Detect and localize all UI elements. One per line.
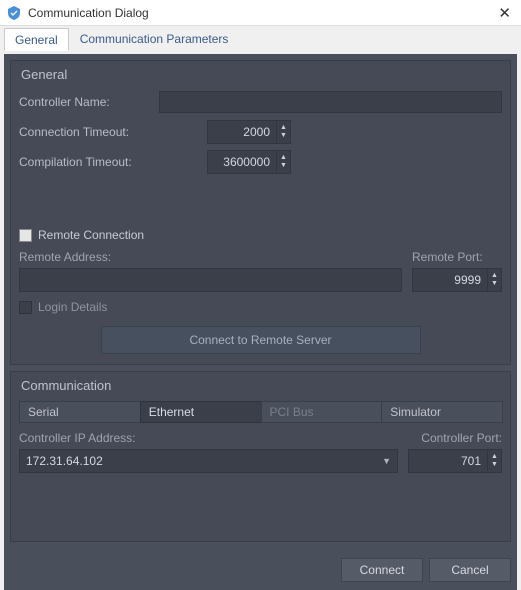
controller-name-input[interactable] [159, 91, 502, 113]
controller-port-stepper[interactable]: 701 ▲ ▼ [408, 449, 502, 473]
connect-button[interactable]: Connect [341, 558, 423, 582]
row-login-details: Login Details [19, 300, 502, 314]
connection-timeout-label: Connection Timeout: [19, 125, 159, 139]
remote-port-value: 9999 [413, 273, 487, 287]
group-general: General Controller Name: Connection Time… [10, 60, 511, 365]
tab-general[interactable]: General [4, 28, 69, 51]
controller-name-label: Controller Name: [19, 95, 159, 109]
group-communication-legend: Communication [21, 378, 502, 393]
comm-tab-simulator[interactable]: Simulator [381, 401, 503, 423]
compilation-timeout-spin[interactable]: ▲ ▼ [276, 151, 290, 173]
chevron-down-icon[interactable]: ▼ [491, 280, 498, 288]
connection-timeout-stepper[interactable]: 2000 ▲ ▼ [207, 120, 291, 144]
remote-connection-label: Remote Connection [38, 228, 144, 242]
comm-tab-pcibus[interactable]: PCI Bus [261, 401, 383, 423]
controller-ip-value: 172.31.64.102 [26, 454, 103, 468]
row-controller-name: Controller Name: [19, 90, 502, 114]
connection-timeout-value: 2000 [208, 125, 276, 139]
connection-timeout-spin[interactable]: ▲ ▼ [276, 121, 290, 143]
row-connection-timeout: Connection Timeout: 2000 ▲ ▼ [19, 120, 502, 144]
remote-port-label: Remote Port: [412, 250, 502, 264]
app-icon [6, 5, 22, 21]
comm-tab-ethernet[interactable]: Ethernet [140, 401, 262, 423]
chevron-down-icon[interactable]: ▼ [491, 461, 498, 469]
chevron-up-icon[interactable]: ▲ [491, 453, 498, 461]
compilation-timeout-stepper[interactable]: 3600000 ▲ ▼ [207, 150, 291, 174]
tab-communication-parameters[interactable]: Communication Parameters [69, 27, 240, 50]
title-bar: Communication Dialog ✕ [0, 0, 521, 26]
row-compilation-timeout: Compilation Timeout: 3600000 ▲ ▼ [19, 150, 502, 174]
window-title: Communication Dialog [28, 6, 494, 20]
cancel-button[interactable]: Cancel [429, 558, 511, 582]
footer: Connect Cancel [4, 550, 517, 590]
tab-strip: General Communication Parameters [0, 26, 521, 50]
page-body: General Controller Name: Connection Time… [4, 54, 517, 550]
communication-tabs: Serial Ethernet PCI Bus Simulator [19, 401, 502, 423]
controller-ip-select[interactable]: 172.31.64.102 ▼ [19, 449, 398, 473]
compilation-timeout-label: Compilation Timeout: [19, 155, 159, 169]
group-communication: Communication Serial Ethernet PCI Bus Si… [10, 371, 511, 542]
controller-port-value: 701 [409, 454, 487, 468]
login-details-label: Login Details [38, 300, 107, 314]
controller-ip-label: Controller IP Address: [19, 431, 398, 445]
controller-port-label: Controller Port: [408, 431, 502, 445]
login-details-checkbox [19, 301, 32, 314]
close-icon[interactable]: ✕ [494, 4, 515, 22]
controller-port-spin[interactable]: ▲ ▼ [487, 450, 501, 472]
chevron-up-icon[interactable]: ▲ [280, 124, 287, 132]
chevron-down-icon[interactable]: ▼ [280, 132, 287, 140]
compilation-timeout-value: 3600000 [208, 155, 276, 169]
row-controller-ip-port: Controller IP Address: 172.31.64.102 ▼ C… [19, 431, 502, 473]
chevron-up-icon[interactable]: ▲ [280, 154, 287, 162]
chevron-down-icon: ▼ [382, 456, 391, 466]
chevron-down-icon[interactable]: ▼ [280, 162, 287, 170]
chevron-up-icon[interactable]: ▲ [491, 272, 498, 280]
row-remote-connection: Remote Connection [19, 228, 502, 242]
group-general-legend: General [21, 67, 502, 82]
comm-tab-serial[interactable]: Serial [19, 401, 141, 423]
remote-address-label: Remote Address: [19, 250, 402, 264]
row-remote-address-port: Remote Address: Remote Port: 9999 ▲ ▼ [19, 250, 502, 292]
remote-address-input[interactable] [19, 268, 402, 292]
remote-port-stepper[interactable]: 9999 ▲ ▼ [412, 268, 502, 292]
remote-connection-checkbox[interactable] [19, 229, 32, 242]
remote-port-spin[interactable]: ▲ ▼ [487, 269, 501, 291]
connect-remote-server-button[interactable]: Connect to Remote Server [101, 326, 421, 354]
